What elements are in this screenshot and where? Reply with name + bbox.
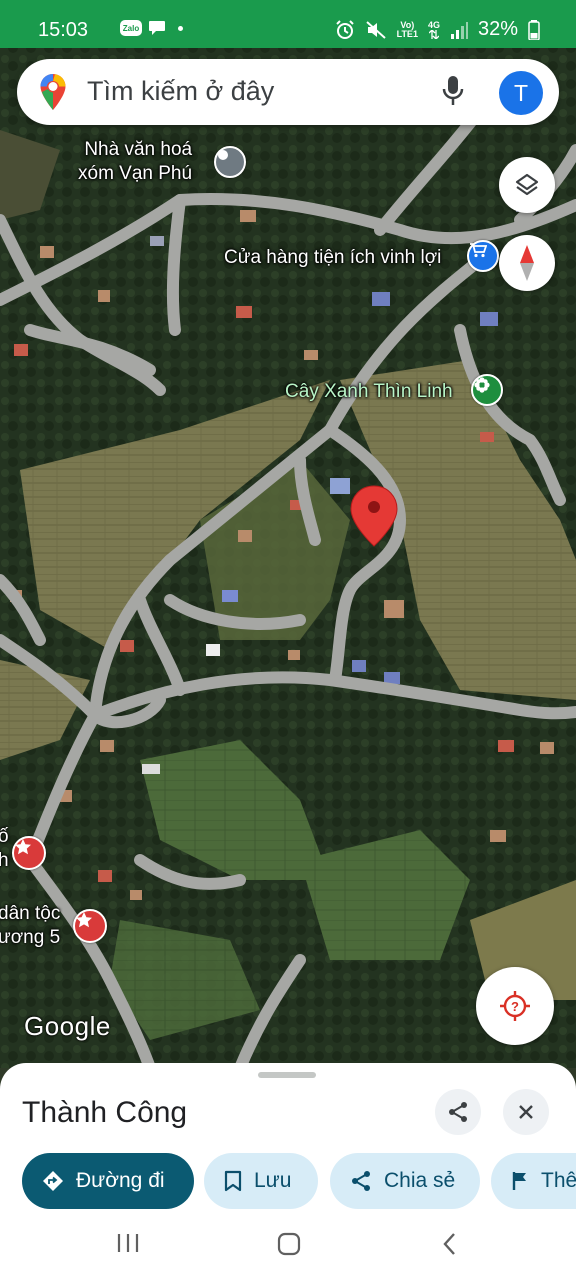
action-chips: Đường đi Lưu Chia sẻ Thê <box>22 1153 576 1209</box>
save-button[interactable]: Lưu <box>204 1153 318 1209</box>
microphone-icon[interactable] <box>441 74 465 108</box>
close-icon <box>519 1105 533 1119</box>
share-icon <box>449 1102 467 1122</box>
zalo-icon: Zalo <box>120 20 142 36</box>
map-label-store[interactable]: Cửa hàng tiện ích vinh lợi <box>224 246 441 270</box>
map-label-culture-house[interactable]: Nhà văn hoá xóm Vạn Phú <box>78 138 192 186</box>
network-label: Vo) LTE1 <box>396 19 418 39</box>
mute-icon <box>365 20 386 39</box>
landmark-poi[interactable] <box>73 909 107 943</box>
chat-bubble-icon <box>149 21 165 35</box>
share-icon-button[interactable] <box>435 1089 481 1135</box>
bookmark-icon <box>224 1170 242 1192</box>
home-button[interactable] <box>277 1232 301 1256</box>
landmark-icon <box>15 839 31 855</box>
data-indicator: 4G <box>428 20 440 39</box>
more-label: Thê <box>541 1169 576 1192</box>
share-icon <box>352 1171 370 1191</box>
directions-label: Đường đi <box>76 1169 165 1192</box>
compass-button[interactable] <box>499 235 555 291</box>
share-label: Chia sẻ <box>384 1169 456 1192</box>
landmark-poi[interactable] <box>12 836 46 870</box>
system-nav-bar <box>0 1210 576 1280</box>
battery-percent: 32% <box>477 18 518 40</box>
save-label: Lưu <box>254 1169 292 1192</box>
status-bar: 15:03 Zalo Vo) LTE1 4G 32% <box>0 0 576 48</box>
directions-icon <box>43 1171 63 1191</box>
share-button[interactable]: Chia sẻ <box>330 1153 480 1209</box>
map-label-left-2[interactable]: dân tộc ương 5 <box>0 902 60 950</box>
back-icon <box>443 1233 455 1255</box>
google-watermark: Google <box>24 1011 111 1041</box>
culture-house-poi[interactable] <box>214 146 246 178</box>
shopping-cart-icon <box>470 243 487 258</box>
drag-handle[interactable] <box>258 1072 316 1078</box>
flower-icon <box>474 377 490 393</box>
place-title: Thành Công <box>22 1096 188 1129</box>
maps-logo-icon <box>40 74 66 110</box>
search-bar[interactable]: Tìm kiếm ở đây T <box>17 59 559 125</box>
data-arrows-icon <box>428 29 439 39</box>
my-location-button[interactable]: ? <box>476 967 554 1045</box>
directions-button[interactable]: Đường đi <box>22 1153 194 1209</box>
tree-shop-poi[interactable] <box>471 374 503 406</box>
home-icon <box>277 1232 301 1256</box>
layers-button[interactable] <box>499 157 555 213</box>
location-dot-icon <box>218 150 228 160</box>
location-target-icon: ? <box>500 991 530 1021</box>
compass-icon <box>520 245 534 281</box>
search-input[interactable]: Tìm kiếm ở đây <box>87 76 274 107</box>
satellite-map[interactable]: Nhà văn hoá xóm Vạn Phú Cửa hàng tiện íc… <box>0 48 576 1068</box>
battery-icon <box>528 19 540 40</box>
landmark-icon <box>76 912 92 928</box>
svg-text:?: ? <box>511 999 519 1014</box>
more-button[interactable]: Thê <box>491 1153 576 1209</box>
recent-apps-icon <box>117 1234 139 1252</box>
map-label-left-1[interactable]: ố h <box>0 825 9 873</box>
store-poi[interactable] <box>467 240 499 272</box>
system-icons: Vo) LTE1 4G 32% <box>335 18 540 41</box>
alarm-icon <box>335 19 354 39</box>
map-label-tree-shop[interactable]: Cây Xanh Thìn Linh <box>285 380 453 404</box>
layers-icon <box>515 173 539 196</box>
close-button[interactable] <box>503 1089 549 1135</box>
flag-icon <box>512 1172 526 1190</box>
back-button[interactable] <box>441 1232 459 1256</box>
signal-icon <box>450 21 468 39</box>
status-time: 15:03 <box>38 19 89 41</box>
notification-icons: Zalo <box>120 20 183 36</box>
more-notifications-dot <box>178 25 183 31</box>
account-avatar[interactable]: T <box>499 71 543 115</box>
recent-apps-button[interactable] <box>116 1232 140 1254</box>
